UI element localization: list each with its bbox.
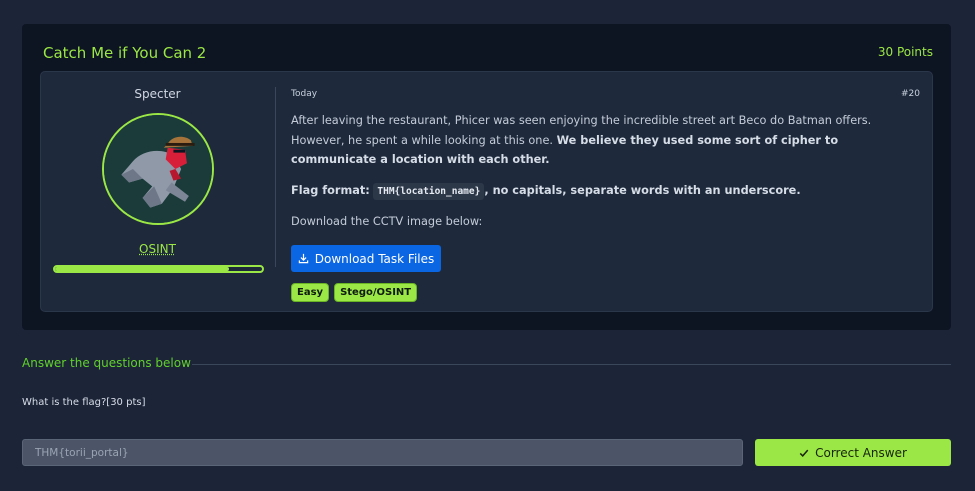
author-name[interactable]: Specter xyxy=(41,87,274,101)
download-button-label: Download Task Files xyxy=(314,251,435,266)
task-date: Today xyxy=(291,89,318,99)
tag-difficulty[interactable]: Easy xyxy=(291,283,330,302)
task-card: Catch Me if You Can 2 30 Points Specter xyxy=(22,24,951,330)
answer-input[interactable] xyxy=(22,439,743,466)
progress-bar xyxy=(53,265,264,273)
task-number: #20 xyxy=(901,89,920,99)
correct-answer-label: Correct Answer xyxy=(815,445,907,460)
task-description: After leaving the restaurant, Phicer was… xyxy=(291,111,923,170)
category-link[interactable]: OSINT xyxy=(41,242,274,256)
tag-list: Easy Stego/OSINT xyxy=(291,283,418,302)
author-avatar[interactable] xyxy=(102,113,214,225)
question-text: What is the flag?[30 pts] xyxy=(22,397,146,408)
download-task-files-button[interactable]: Download Task Files xyxy=(291,245,441,272)
download-instruction: Download the CCTV image below: xyxy=(291,215,483,228)
task-points: 30 Points xyxy=(877,45,933,59)
progress-fill xyxy=(55,267,229,271)
tag-category[interactable]: Stego/OSINT xyxy=(334,283,418,302)
vertical-divider xyxy=(275,87,276,267)
correct-answer-button[interactable]: Correct Answer xyxy=(755,439,951,466)
hacker-figure-icon xyxy=(104,115,212,223)
download-icon xyxy=(298,253,308,264)
flag-format-rest: , no capitals, separate words with an un… xyxy=(484,184,801,197)
checkmark-icon xyxy=(799,449,809,457)
section-divider xyxy=(192,364,951,365)
flag-format-label: Flag format: xyxy=(291,184,370,197)
task-title: Catch Me if You Can 2 xyxy=(43,44,207,62)
questions-heading: Answer the questions below xyxy=(22,356,191,370)
flag-format: Flag format: THM{location_name}, no capi… xyxy=(291,181,923,201)
flag-format-code: THM{location_name} xyxy=(373,183,485,200)
task-content-card: Specter OSINT Today #20 After leaving th… xyxy=(40,71,933,312)
